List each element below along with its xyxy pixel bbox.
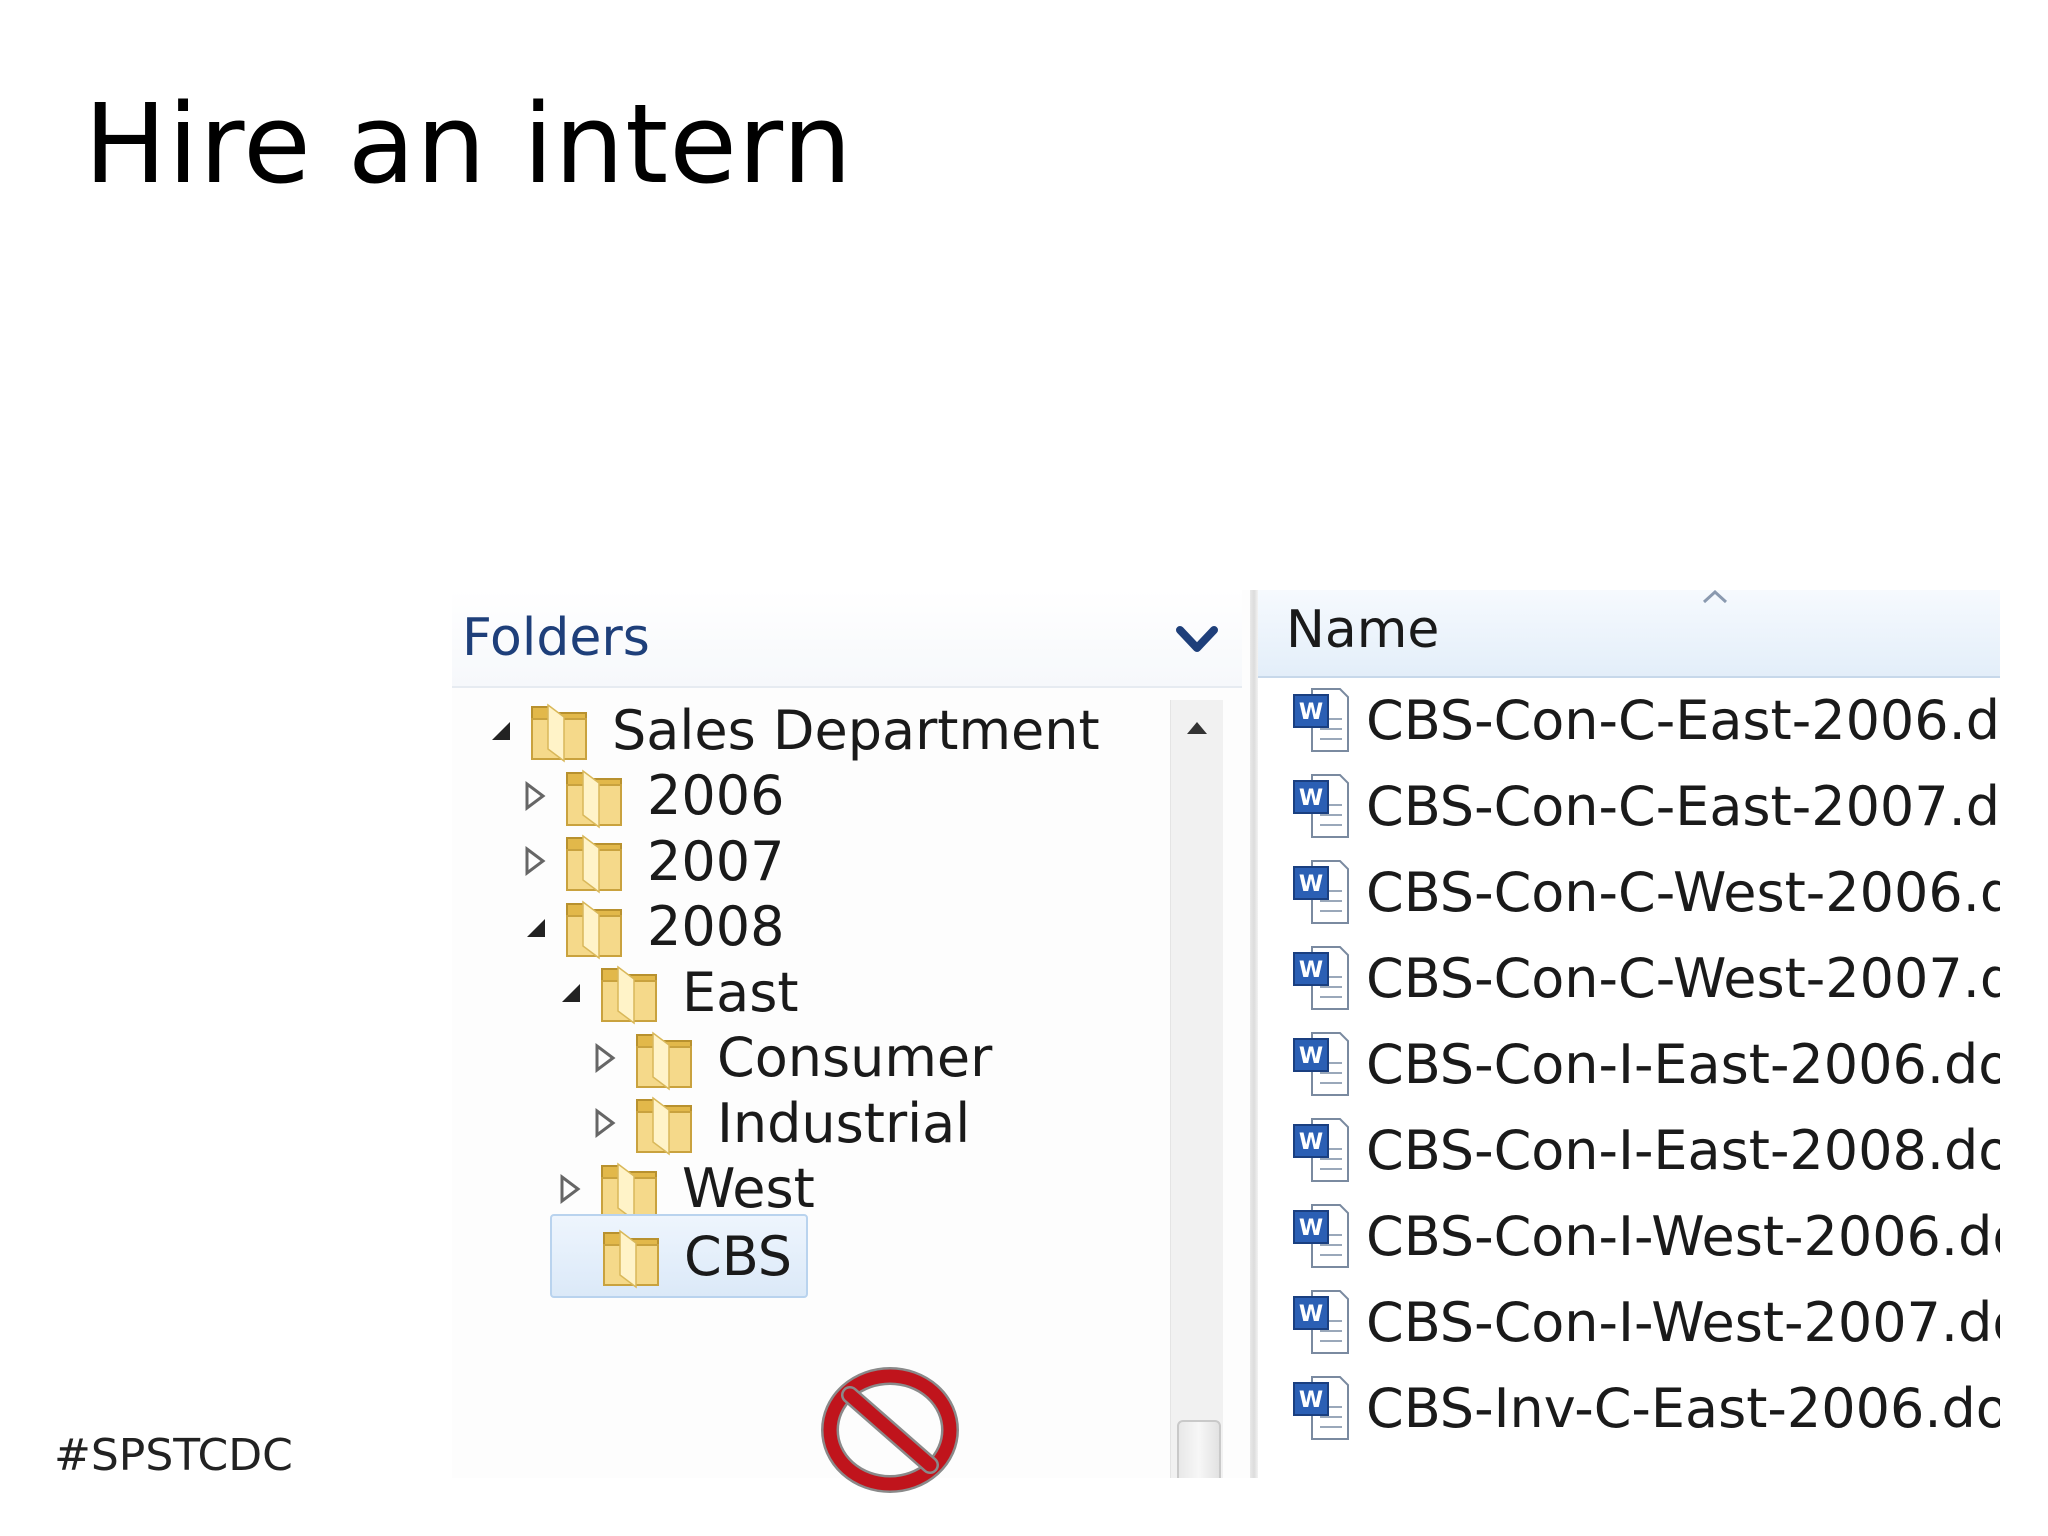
file-list-item[interactable]: W CBS-Con-C-East-2006.doc [1290,680,2000,760]
folder-label: Sales Department [612,698,1100,762]
svg-text:W: W [1299,700,1323,725]
folder-tree: Sales Department 2006 2007 2008 East Consumer… [452,690,1152,1478]
svg-text:W: W [1299,1044,1323,1069]
expanded-arrow-icon[interactable] [550,972,590,1012]
folder-label: East [682,960,799,1024]
svg-text:W: W [1299,1216,1323,1241]
folder-label: Industrial [717,1091,971,1155]
word-document-icon: W [1293,1290,1349,1354]
collapsed-arrow-icon[interactable] [515,841,555,881]
word-document-icon: W [1293,774,1349,838]
folder-label: 2006 [647,764,785,827]
word-document-icon: W [1293,688,1349,752]
vertical-scrollbar[interactable] [1170,700,1223,1478]
file-name: CBS-Inv-C-East-2006.doc [1366,1376,2000,1440]
file-list-item[interactable]: W CBS-Con-I-West-2006.doc [1290,1196,2000,1276]
name-column-label: Name [1286,600,1440,660]
file-name: CBS-Con-I-West-2007.doc [1366,1290,2000,1354]
file-list-item[interactable]: W CBS-Con-I-East-2008.doc [1290,1110,2000,1190]
file-explorer-screenshot: Folders Sales Department 2006 2007 2008 East… [452,590,2000,1478]
svg-text:W: W [1299,872,1323,897]
pane-splitter[interactable] [1250,590,1258,1478]
event-hashtag: #SPSTCDC [54,1430,293,1481]
svg-text:W: W [1299,958,1323,983]
expanded-arrow-icon[interactable] [515,907,555,947]
folder-icon [531,703,587,763]
folder-icon [636,1031,692,1090]
file-list-item[interactable]: W CBS-Con-C-West-2006.do [1290,852,2000,932]
no-entry-icon [821,1367,959,1493]
file-name: CBS-Con-I-East-2006.doc [1366,1032,2000,1096]
word-document-icon: W [1293,1118,1349,1182]
folder-icon [601,1162,657,1221]
svg-text:W: W [1299,1130,1323,1155]
folder-label: 2008 [647,895,785,958]
collapsed-arrow-icon[interactable] [550,1169,590,1209]
word-document-icon: W [1293,1204,1349,1268]
expander-placeholder [552,1236,592,1276]
file-name: CBS-Con-I-East-2008.doc [1366,1118,2000,1182]
file-list-item[interactable]: W CBS-Con-I-East-2006.doc [1290,1024,2000,1104]
collapsed-arrow-icon[interactable] [515,776,555,816]
file-name: CBS-Con-C-West-2007.do [1366,946,2000,1010]
file-list-item[interactable]: W CBS-Inv-C-East-2006.doc [1290,1368,2000,1448]
expanded-arrow-icon[interactable] [480,710,520,750]
file-list-item[interactable]: W CBS-Con-I-West-2007.doc [1290,1282,2000,1362]
file-name: CBS-Con-C-West-2006.do [1366,860,2000,924]
folder-icon [566,834,622,894]
word-document-icon: W [1293,946,1349,1010]
svg-text:W: W [1299,1388,1323,1413]
svg-text:W: W [1299,786,1323,811]
folders-header[interactable]: Folders [452,590,1242,688]
name-column-header[interactable]: Name [1258,590,2000,678]
file-name: CBS-Con-I-West-2006.doc [1366,1204,2000,1268]
word-document-icon: W [1293,1376,1349,1440]
folder-tree-item[interactable]: CBS [550,1214,809,1298]
collapsed-arrow-icon[interactable] [585,1103,625,1143]
chevron-down-icon[interactable] [1170,612,1224,666]
sort-indicator-icon [1702,590,1728,604]
file-list-item[interactable]: W CBS-Con-C-West-2007.do [1290,938,2000,1018]
file-list-pane: Name W CBS-Con-C-East-2006.doc W CBS-Con-C-… [1258,590,2000,1478]
file-name: CBS-Con-C-East-2006.doc [1366,688,2000,752]
folders-title: Folders [462,608,650,668]
scroll-thumb[interactable] [1177,1420,1221,1478]
folder-icon [636,1096,692,1156]
word-document-icon: W [1293,1032,1349,1096]
collapsed-arrow-icon[interactable] [585,1038,625,1078]
svg-text:W: W [1299,1302,1323,1327]
folder-label: West [682,1157,815,1220]
folder-icon [603,1229,659,1289]
folder-label: CBS [684,1224,793,1288]
folder-icon [566,900,622,959]
folder-icon [566,769,622,828]
folders-pane: Folders Sales Department 2006 2007 2008 East… [452,590,1250,1478]
file-list-item[interactable]: W CBS-Con-C-East-2007.doc [1290,766,2000,846]
word-document-icon: W [1293,860,1349,924]
slide-title: Hire an intern [84,80,853,208]
folder-label: Consumer [717,1026,993,1089]
file-name: CBS-Con-C-East-2007.doc [1366,774,2000,838]
folder-label: 2007 [647,829,785,893]
scroll-up-arrow-icon[interactable] [1179,710,1215,746]
folder-icon [601,965,657,1025]
